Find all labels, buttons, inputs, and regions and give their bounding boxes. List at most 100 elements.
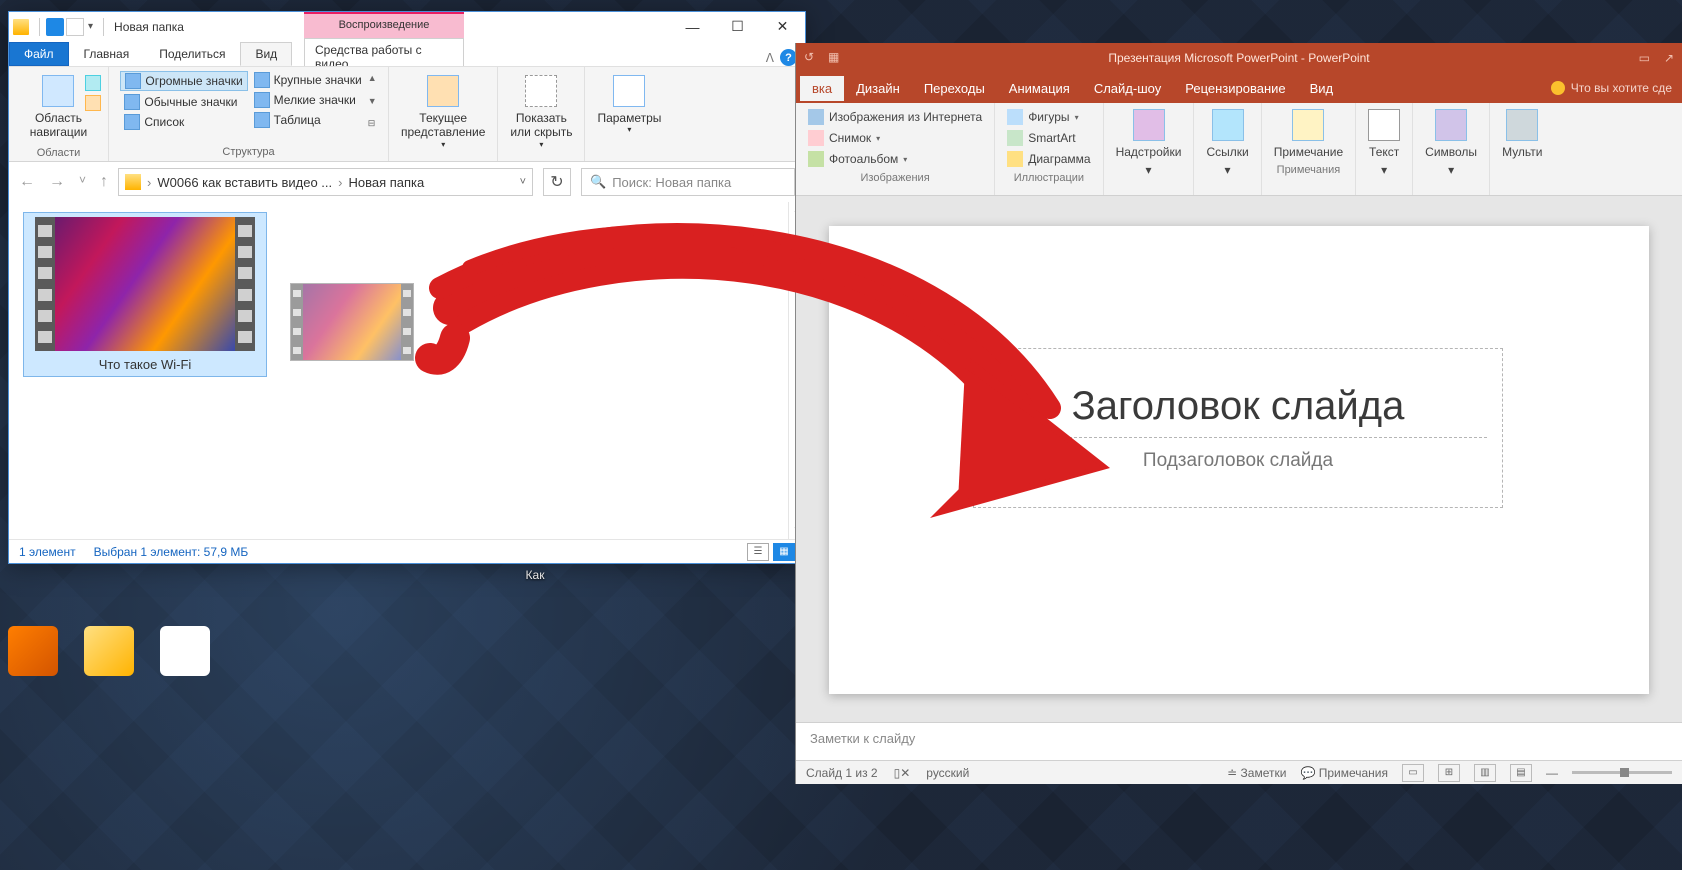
reading-view-button[interactable]: ▥: [1474, 764, 1496, 782]
small-icons-icon: [254, 92, 270, 108]
ppt-titlebar[interactable]: ↺ ▦ Презентация Microsoft PowerPoint - P…: [796, 43, 1682, 73]
breadcrumb-separator-icon[interactable]: ›: [338, 175, 342, 190]
quick-access-toolbar[interactable]: [46, 18, 84, 36]
address-dropdown-icon[interactable]: ˅: [520, 176, 526, 188]
title-placeholder[interactable]: Заголовок слайда Подзаголовок слайда: [973, 348, 1503, 508]
explorer-address-bar: ← → ˅ ↑ › W0066 как вставить видео ... ›…: [9, 162, 805, 202]
powerpoint-window: ↺ ▦ Презентация Microsoft PowerPoint - P…: [795, 43, 1682, 784]
search-input[interactable]: 🔍 Поиск: Новая папка: [581, 168, 795, 196]
layout-scroll-up-icon[interactable]: ▲: [368, 73, 377, 83]
file-item-video[interactable]: Что такое Wi-Fi: [23, 212, 267, 377]
layout-small-icons[interactable]: Мелкие значки: [250, 91, 366, 109]
refresh-button[interactable]: ↻: [543, 168, 571, 196]
online-pictures-button[interactable]: Изображения из Интернета: [804, 107, 986, 127]
quickaccess-icon[interactable]: ▦: [828, 50, 844, 66]
tab-review[interactable]: Рецензирование: [1173, 76, 1297, 101]
layout-scroll-down-icon[interactable]: ▼: [368, 96, 377, 106]
zoom-slider[interactable]: [1572, 771, 1672, 774]
autosave-icon[interactable]: ↺: [804, 50, 820, 66]
ppt-ribbon: Изображения из Интернета Снимок▾ Фотоаль…: [796, 103, 1682, 196]
breadcrumb-separator-icon[interactable]: ›: [147, 175, 151, 190]
tell-me-search[interactable]: Что вы хотите сде: [1551, 81, 1682, 95]
options-button[interactable]: Параметры▾: [591, 71, 667, 139]
breadcrumb-part[interactable]: Новая папка: [348, 175, 424, 190]
details-pane-icon[interactable]: [85, 95, 101, 111]
tab-slideshow[interactable]: Слайд-шоу: [1082, 76, 1173, 101]
share-icon[interactable]: ↗: [1664, 51, 1674, 65]
desktop-icon[interactable]: [84, 626, 134, 676]
tab-design[interactable]: Дизайн: [844, 76, 912, 101]
layout-large-icons[interactable]: Крупные значки: [250, 71, 366, 89]
current-view-button[interactable]: Текущее представление▾: [395, 71, 491, 153]
breadcrumb-part[interactable]: W0066 как вставить видео ...: [157, 175, 332, 190]
shapes-icon: [1007, 109, 1023, 125]
comments-toggle[interactable]: 💬 Примечания: [1300, 766, 1388, 780]
properties-icon[interactable]: [46, 18, 64, 36]
photo-album-button[interactable]: Фотоальбом▾: [804, 149, 986, 169]
comment-button[interactable]: Примечание: [1270, 107, 1347, 161]
slide-indicator[interactable]: Слайд 1 из 2: [806, 766, 878, 780]
forward-button[interactable]: →: [49, 173, 65, 191]
tab-animation[interactable]: Анимация: [997, 76, 1082, 101]
tab-file[interactable]: Файл: [9, 42, 69, 66]
layout-list[interactable]: Список: [120, 113, 247, 131]
chart-button[interactable]: Диаграмма: [1003, 149, 1094, 169]
back-button[interactable]: ←: [19, 173, 35, 191]
video-tools-context-tab[interactable]: Воспроизведение Средства работы с видео: [304, 12, 464, 66]
minimize-button[interactable]: —: [670, 12, 715, 41]
addins-button[interactable]: Надстройки▾: [1112, 107, 1186, 180]
notes-pane[interactable]: Заметки к слайду: [796, 722, 1682, 760]
slide-canvas[interactable]: Заголовок слайда Подзаголовок слайда: [829, 226, 1649, 694]
tab-view[interactable]: Вид: [240, 42, 292, 66]
qat-dropdown-icon[interactable]: ▾: [88, 21, 93, 32]
maximize-button[interactable]: ☐: [715, 12, 760, 41]
tab-insert[interactable]: вка: [800, 76, 844, 101]
show-hide-button[interactable]: Показать или скрыть▾: [504, 71, 578, 153]
status-item-count: 1 элемент: [19, 545, 76, 559]
navigation-pane-button[interactable]: Область навигации: [24, 71, 93, 144]
media-button[interactable]: Мульти: [1498, 107, 1546, 161]
slide-title-text[interactable]: Заголовок слайда: [1072, 384, 1405, 429]
up-button[interactable]: ↑: [100, 173, 108, 191]
collapse-ribbon-icon[interactable]: ᐱ: [766, 51, 774, 65]
slideshow-button[interactable]: ▤: [1510, 764, 1532, 782]
thumbnails-view-toggle[interactable]: ▦: [773, 543, 795, 561]
language-indicator[interactable]: русский: [926, 766, 969, 780]
spellcheck-icon[interactable]: ▯✕: [894, 766, 911, 780]
new-folder-icon[interactable]: [66, 18, 84, 36]
shapes-button[interactable]: Фигуры▾: [1003, 107, 1094, 127]
explorer-ribbon: Область навигации Области Огромные значк…: [9, 66, 805, 162]
photo-album-icon: [808, 151, 824, 167]
tab-view[interactable]: Вид: [1298, 76, 1346, 101]
slide-sorter-button[interactable]: ⊞: [1438, 764, 1460, 782]
screenshot-button[interactable]: Снимок▾: [804, 128, 986, 148]
tab-share[interactable]: Поделиться: [144, 42, 240, 66]
tab-home[interactable]: Главная: [69, 42, 145, 66]
explorer-content[interactable]: Что такое Wi-Fi: [9, 202, 788, 539]
text-button[interactable]: Текст▾: [1364, 107, 1404, 180]
table-icon: [254, 112, 270, 128]
large-icons-icon: [254, 72, 270, 88]
slide-subtitle-text[interactable]: Подзаголовок слайда: [1143, 450, 1333, 472]
symbols-button[interactable]: Символы▾: [1421, 107, 1481, 180]
explorer-window: ▾ Новая папка — ☐ ✕ Файл Главная Поделит…: [8, 11, 806, 564]
links-button[interactable]: Ссылки▾: [1202, 107, 1252, 180]
layout-huge-icons[interactable]: Огромные значки: [120, 71, 247, 91]
layout-regular-icons[interactable]: Обычные значки: [120, 93, 247, 111]
layout-table[interactable]: Таблица: [250, 111, 366, 129]
tab-transitions[interactable]: Переходы: [912, 76, 997, 101]
close-button[interactable]: ✕: [760, 12, 805, 41]
ribbon-display-options-icon[interactable]: ▭: [1639, 51, 1650, 65]
screenshot-icon: [808, 130, 824, 146]
details-view-toggle[interactable]: ☰: [747, 543, 769, 561]
layout-more-icon[interactable]: ⊟: [368, 118, 377, 129]
breadcrumb-bar[interactable]: › W0066 как вставить видео ... › Новая п…: [118, 168, 533, 196]
huge-icons-icon: [125, 73, 141, 89]
notes-toggle[interactable]: ≐ Заметки: [1227, 766, 1286, 780]
normal-view-button[interactable]: ▭: [1402, 764, 1424, 782]
history-dropdown-icon[interactable]: ˅: [79, 173, 86, 191]
preview-pane-icon[interactable]: [85, 75, 101, 91]
desktop-icon[interactable]: [8, 626, 58, 676]
smartart-button[interactable]: SmartArt: [1003, 128, 1094, 148]
desktop-icon[interactable]: [160, 626, 210, 676]
